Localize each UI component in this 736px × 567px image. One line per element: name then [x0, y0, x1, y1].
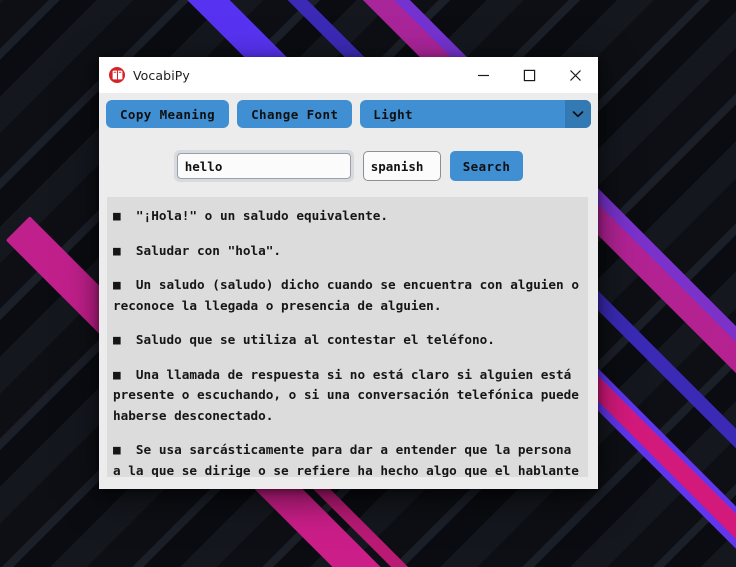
bullet-icon: ■: [113, 277, 136, 292]
result-entry-text: Una llamada de respuesta si no está clar…: [113, 366, 587, 423]
search-input[interactable]: [176, 153, 351, 179]
book-icon: [109, 67, 125, 83]
results-panel: ■ "¡Hola!" o un saludo equivalente. ■ Sal…: [99, 197, 598, 489]
bullet-icon: ■: [113, 242, 136, 258]
close-icon[interactable]: [552, 57, 598, 93]
results-text[interactable]: ■ "¡Hola!" o un saludo equivalente. ■ Sal…: [107, 197, 588, 477]
result-entry: ■ Se usa sarcásticamente para dar a ente…: [113, 440, 582, 477]
bullet-icon: ■: [113, 208, 136, 223]
bullet-icon: ■: [113, 332, 136, 347]
desktop-background: VocabiPy Copy Meaning Change Font Light …: [0, 0, 736, 567]
search-button[interactable]: Search: [449, 151, 524, 181]
maximize-icon[interactable]: [506, 57, 552, 93]
result-entry: ■ "¡Hola!" o un saludo equivalente.: [113, 206, 582, 227]
bullet-icon: ■: [113, 442, 136, 457]
result-entry-text: Se usa sarcásticamente para dar a entend…: [113, 442, 579, 477]
change-font-button[interactable]: Change Font: [237, 100, 353, 128]
theme-select[interactable]: Light: [360, 100, 591, 128]
result-entry: ■ Un saludo (saludo) dicho cuando se enc…: [113, 275, 582, 316]
copy-meaning-button[interactable]: Copy Meaning: [106, 100, 230, 128]
chevron-down-icon[interactable]: [565, 100, 591, 128]
window-titlebar[interactable]: VocabiPy: [99, 57, 598, 93]
toolbar: Copy Meaning Change Font Light: [99, 93, 598, 135]
window-title: VocabiPy: [133, 67, 190, 83]
result-entry: ■ Saludo que se utiliza al contestar el …: [113, 330, 582, 351]
language-input[interactable]: [362, 151, 441, 181]
minimize-icon[interactable]: [460, 57, 506, 93]
result-entry-text: Saludo que se utiliza al contestar el te…: [135, 332, 495, 347]
result-entry: ■ Saludar con "hola".: [113, 241, 582, 262]
theme-select-value: Light: [373, 106, 413, 122]
search-bar: Search: [99, 135, 598, 197]
result-entry-text: "¡Hola!" o un saludo equivalente.: [135, 208, 388, 223]
result-entry-text: Saludar con "hola".: [135, 242, 282, 258]
app-window: VocabiPy Copy Meaning Change Font Light …: [99, 57, 598, 489]
word-input-focus-ring: [173, 150, 354, 182]
result-entry: ■ Una llamada de respuesta si no está cl…: [113, 365, 582, 427]
bullet-icon: ■: [113, 366, 136, 382]
result-entry-text: Un saludo (saludo) dicho cuando se encue…: [113, 277, 587, 313]
